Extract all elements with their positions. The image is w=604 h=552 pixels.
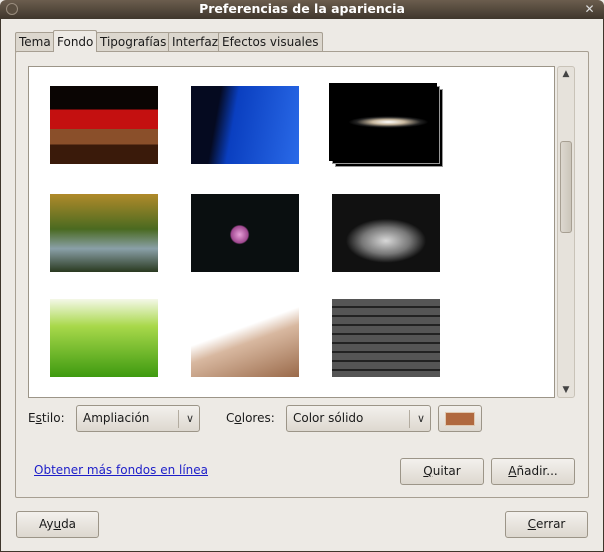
tab-tema[interactable]: Tema [15, 32, 55, 52]
window-menu-icon[interactable] [6, 3, 18, 15]
wallpaper-cherries[interactable] [50, 86, 158, 164]
wallpaper-guitar[interactable] [191, 299, 299, 377]
wallpaper-sombrero-galaxy[interactable] [329, 83, 437, 161]
tab-efectos-visuales[interactable]: Efectos visuales [218, 32, 323, 52]
scrollbar[interactable]: ▲ ▼ [557, 66, 575, 398]
style-combo[interactable]: Ampliación ∨ [76, 405, 200, 432]
title-bar: Preferencias de la apariencia [0, 0, 604, 19]
colors-combo[interactable]: Color sólido ∨ [286, 405, 431, 432]
color-swatch [445, 412, 475, 426]
chevron-down-icon: ∨ [416, 412, 425, 425]
style-value: Ampliación [83, 411, 150, 425]
scrollbar-thumb[interactable] [560, 141, 572, 233]
wallpaper-forest-stream[interactable] [50, 194, 158, 272]
window-title: Preferencias de la apariencia [199, 1, 405, 16]
remove-button[interactable]: Quitar [400, 458, 484, 485]
wallpaper-hands-stone[interactable] [332, 194, 440, 272]
window-close-icon[interactable]: ✕ [582, 2, 597, 17]
scroll-down-icon[interactable]: ▼ [558, 385, 574, 395]
tab-tipografias[interactable]: Tipografías [96, 32, 171, 52]
wallpaper-water-lily[interactable] [191, 194, 299, 272]
wallpaper-list[interactable] [28, 66, 555, 398]
tab-interfaz[interactable]: Interfaz [168, 32, 223, 52]
get-more-wallpapers-link[interactable]: Obtener más fondos en línea [34, 463, 208, 477]
wallpaper-green-grass[interactable] [50, 299, 158, 377]
add-button[interactable]: Añadir... [491, 458, 575, 485]
chevron-down-icon: ∨ [185, 412, 194, 425]
color-picker-button[interactable] [438, 405, 482, 432]
wallpaper-cliff[interactable] [191, 86, 299, 164]
colors-value: Color sólido [293, 411, 364, 425]
style-label: Estilo: [28, 411, 65, 425]
wallpaper-brick-wall[interactable] [332, 299, 440, 377]
close-button[interactable]: Cerrar [505, 511, 588, 538]
tab-fondo[interactable]: Fondo [53, 30, 98, 52]
help-button[interactable]: Ayuda [16, 511, 99, 538]
scroll-up-icon[interactable]: ▲ [558, 69, 574, 79]
colors-label: Colores: [226, 411, 275, 425]
